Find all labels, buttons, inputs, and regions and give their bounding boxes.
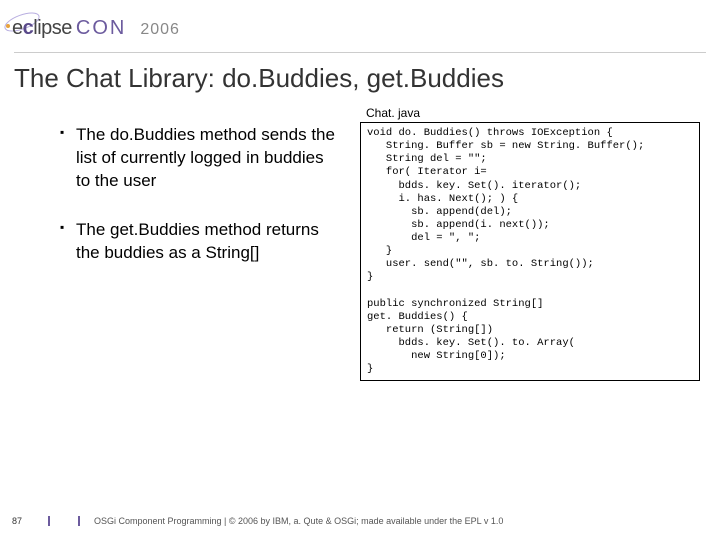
bullet-item: The get.Buddies method returns the buddi… (60, 219, 340, 265)
footer-text: OSGi Component Programming | © 2006 by I… (94, 516, 503, 526)
code-filename: Chat. java (366, 106, 700, 120)
code-column: Chat. java void do. Buddies() throws IOE… (360, 106, 700, 381)
bullet-list: The do.Buddies method sends the list of … (60, 124, 340, 381)
footer-accent-icon (48, 514, 84, 528)
slide-footer: 87 OSGi Component Programming | © 2006 b… (0, 514, 720, 528)
brand-year: 2006 (140, 21, 180, 39)
slide-content: The do.Buddies method sends the list of … (0, 94, 720, 381)
bullet-item: The do.Buddies method sends the list of … (60, 124, 340, 193)
page-number: 87 (0, 516, 34, 526)
slide-title: The Chat Library: do.Buddies, get.Buddie… (14, 63, 706, 94)
slide-header: eclipse CON 2006 (0, 0, 720, 52)
title-block: The Chat Library: do.Buddies, get.Buddie… (14, 52, 706, 94)
logo: eclipse CON 2006 (12, 17, 180, 40)
brand-text-b: CON (76, 17, 126, 40)
code-box: void do. Buddies() throws IOException { … (360, 122, 700, 381)
brand-text-a: eclipse (12, 17, 72, 40)
